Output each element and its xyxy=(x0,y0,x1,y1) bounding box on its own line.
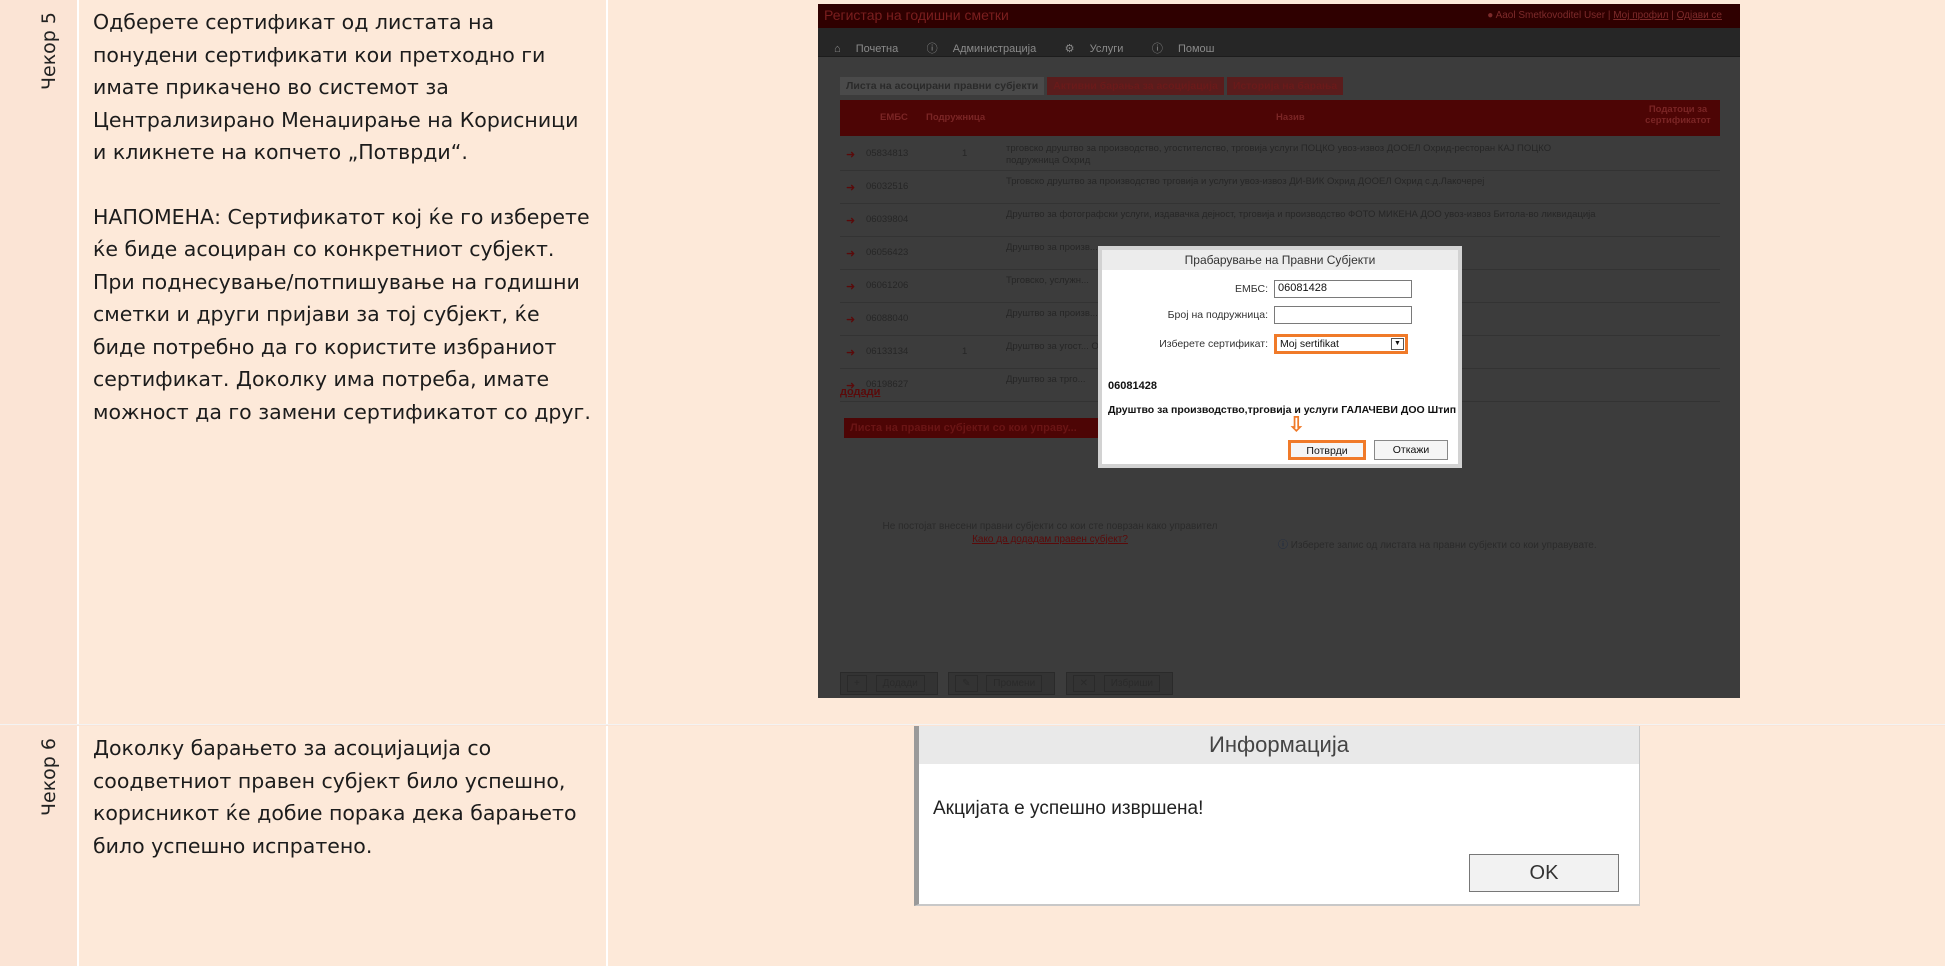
nav-home[interactable]: ⌂ Почетна xyxy=(826,37,902,55)
app-title: Регистар на годишни сметки xyxy=(824,7,1009,23)
step-6-instruction: Доколку барањето за асоцијација со соодв… xyxy=(93,736,577,858)
dropdown-icon[interactable]: ▼ xyxy=(1391,338,1404,350)
add-entity-link[interactable]: додади xyxy=(840,386,880,398)
add-icon: + xyxy=(847,675,867,692)
branch-label: Број на подружница: xyxy=(1167,309,1268,321)
step-5-instruction: Одберете сертификат од листата на понуде… xyxy=(93,10,579,164)
nav-services[interactable]: ⚙ Услуги xyxy=(1057,36,1128,55)
bottom-toolbar: + Додади ✎ Промени ✕ Избриши xyxy=(840,672,1179,695)
result-entity-name: Друштво за производство,трговија и услуг… xyxy=(1108,404,1457,416)
information-dialog: Информација Акцијата е успешно извршена!… xyxy=(914,726,1640,906)
column-cert: Податоци за сертификатот xyxy=(1645,104,1711,126)
nav-help[interactable]: ⓘ Помош xyxy=(1144,34,1219,56)
table-row[interactable]: ➜ 06032516 Трговско друштво за производств… xyxy=(840,171,1720,204)
certificate-select[interactable]: Moj sertifikat ▼ xyxy=(1274,334,1408,354)
table-row[interactable]: ➜ 05834813 1 трговско друштво за производст… xyxy=(840,138,1720,171)
arrow-right-icon: ➜ xyxy=(846,149,856,161)
info-icon: ⓘ xyxy=(1278,540,1288,551)
embs-input[interactable]: 06081428 xyxy=(1274,280,1412,298)
arrow-right-icon: ➜ xyxy=(846,215,856,227)
cancel-button[interactable]: Откажи xyxy=(1374,440,1448,460)
arrow-right-icon: ➜ xyxy=(846,314,856,326)
column-branch: Подружница xyxy=(926,112,986,123)
info-icon: ⓘ xyxy=(926,43,938,55)
profile-link[interactable]: Мој профил xyxy=(1613,10,1668,21)
arrow-right-icon: ➜ xyxy=(846,182,856,194)
success-message: Акцијата е успешно извршена! xyxy=(933,798,1204,819)
certificate-selected-value: Moj sertifikat xyxy=(1280,338,1339,350)
tab-associated-entities[interactable]: Листа на асоцирани правни субјекти xyxy=(840,77,1045,95)
arrow-right-icon: ➜ xyxy=(846,248,856,260)
confirm-button[interactable]: Потврди xyxy=(1288,440,1366,460)
entity-search-dialog: Прабарување на Правни Субјекти ЕМБС: 060… xyxy=(1098,246,1462,468)
step-5-text-cell: Одберете сертификат од листата на понуде… xyxy=(79,0,608,724)
edit-icon: ✎ xyxy=(955,675,978,692)
cert-label: Изберете сертификат: xyxy=(1159,338,1268,350)
step-6-label: Чекор 6 xyxy=(38,738,60,817)
app-header: Регистар на годишни сметки ● Aaol Smetko… xyxy=(818,4,1740,28)
main-nav: ⌂ Почетна ⓘ Администрација ⚙ Услуги ⓘ По… xyxy=(818,28,1740,57)
services-icon: ⚙ xyxy=(1064,43,1075,55)
arrow-down-icon: ⇩ xyxy=(1288,414,1305,436)
logout-link[interactable]: Одјави се xyxy=(1677,10,1722,21)
table-header: ЕМБС Подружница Назив Податоци за сертиф… xyxy=(840,100,1720,136)
arrow-right-icon: ➜ xyxy=(846,281,856,293)
tab-active-requests[interactable]: Активни барања за асоцијација xyxy=(1047,77,1224,95)
column-embs: ЕМБС xyxy=(880,112,908,123)
result-embs: 06081428 xyxy=(1108,380,1157,392)
tab-bar: Листа на асоцирани правни субјекти Активн… xyxy=(840,76,1346,96)
ok-button[interactable]: OK xyxy=(1469,854,1619,892)
delete-icon: ✕ xyxy=(1072,675,1095,692)
user-name: Aaol Smetkovoditel User xyxy=(1495,10,1606,21)
table-row[interactable]: ➜ 06039804 Друштво за фотографски услуги, … xyxy=(840,204,1720,237)
empty-list-message: Не постојат внесени правни субјекти со к… xyxy=(882,521,1218,545)
branch-input[interactable] xyxy=(1274,306,1412,324)
help-icon: ⓘ xyxy=(1151,43,1163,55)
tab-request-history[interactable]: Историја на барања xyxy=(1226,77,1344,95)
select-record-hint: ⓘ Изберете запис од листата на правни су… xyxy=(1278,540,1597,551)
step-5-label-cell: Чекор 5 xyxy=(0,0,79,724)
add-button[interactable]: + Додади xyxy=(840,672,938,695)
nav-admin[interactable]: ⓘ Администрација xyxy=(919,34,1041,56)
home-icon: ⌂ xyxy=(834,43,841,55)
arrow-right-icon: ➜ xyxy=(846,347,856,359)
dialog-title: Прабарување на Правни Субјекти xyxy=(1102,250,1458,270)
user-icon: ● xyxy=(1487,10,1494,21)
step-5-label: Чекор 5 xyxy=(38,12,60,91)
step-5-note: НАПОМЕНА: Сертификатот кој ќе го изберет… xyxy=(93,204,591,424)
step-6-text-cell: Доколку барањето за асоцијација со соодв… xyxy=(79,726,608,966)
delete-button[interactable]: ✕ Избриши xyxy=(1065,672,1173,695)
user-bar: ● Aaol Smetkovoditel User | Мој профил |… xyxy=(1487,10,1722,21)
column-name: Назив xyxy=(1276,112,1305,123)
step-6-label-cell: Чекор 6 xyxy=(0,726,79,966)
how-to-add-link[interactable]: Како да додадам правен субјект? xyxy=(972,534,1128,545)
embs-label: ЕМБС: xyxy=(1234,283,1268,295)
edit-button[interactable]: ✎ Промени xyxy=(948,672,1056,695)
info-dialog-title: Информација xyxy=(919,726,1639,764)
